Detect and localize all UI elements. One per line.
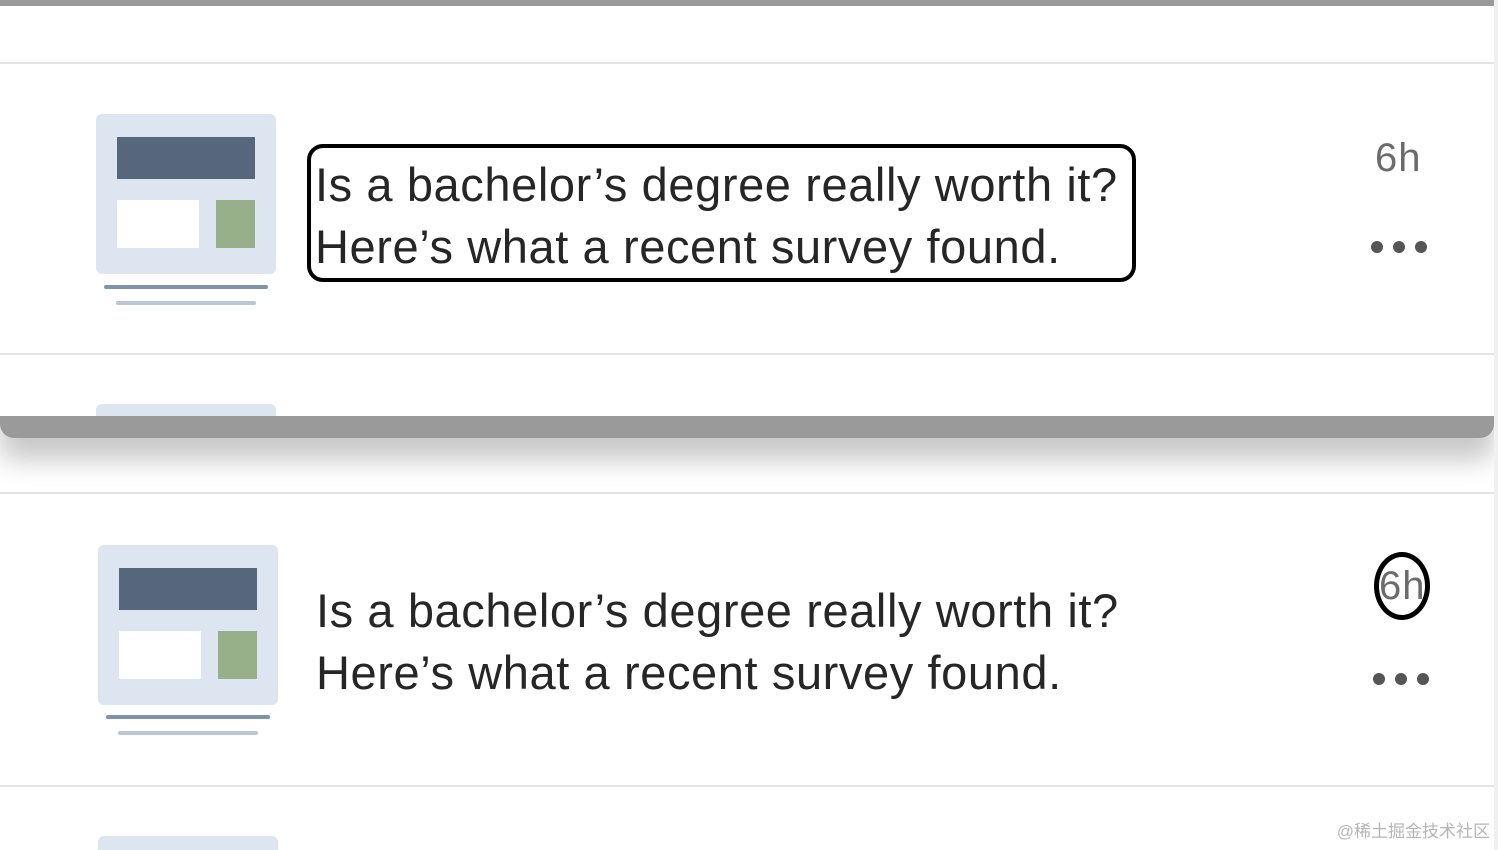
more-dot (1395, 673, 1407, 685)
thumbnail-text-block (117, 200, 199, 248)
divider (0, 785, 1494, 787)
watermark: @稀土掘金技术社区 (1336, 822, 1490, 841)
more-dot (1371, 241, 1383, 253)
window-edge (1494, 0, 1498, 850)
article-thumbnail-icon (98, 545, 278, 705)
notification-time: 6h (1374, 552, 1430, 620)
more-horizontal-icon[interactable] (1373, 672, 1429, 686)
notification-popup: Is a bachelor’s degree really worth it? … (0, 0, 1494, 438)
thumbnail-underline-secondary (118, 731, 258, 735)
notification-headline[interactable]: Is a bachelor’s degree really worth it? … (307, 144, 1136, 282)
headline-line-2: Here’s what a recent survey found. (315, 220, 1061, 273)
thumbnail-image-block (218, 631, 257, 679)
notification-item[interactable]: Is a bachelor’s degree really worth it? … (0, 64, 1494, 354)
headline-line-1: Is a bachelor’s degree really worth it? (315, 158, 1118, 211)
article-thumbnail-icon (96, 114, 276, 274)
more-horizontal-icon[interactable] (1371, 240, 1427, 254)
notification-time: 6h (1375, 136, 1422, 180)
more-dot (1415, 241, 1427, 253)
notification-headline[interactable]: Is a bachelor’s degree really worth it? … (316, 580, 1119, 704)
more-dot (1393, 241, 1405, 253)
more-dot (1373, 673, 1385, 685)
thumbnail-header-bar (117, 137, 255, 179)
notification-popup-content: Is a bachelor’s degree really worth it? … (0, 6, 1494, 416)
divider (0, 353, 1494, 355)
thumbnail-underline-secondary (116, 301, 256, 305)
thumbnail-underline (104, 285, 268, 289)
thumbnail-header-bar (119, 568, 257, 610)
thumbnail-text-block (119, 631, 201, 679)
article-thumbnail-icon (96, 404, 276, 416)
headline-line-2: Here’s what a recent survey found. (316, 646, 1062, 699)
notification-item[interactable]: Is a bachelor’s degree really worth it? … (0, 494, 1494, 786)
more-dot (1417, 673, 1429, 685)
article-thumbnail-icon (98, 836, 278, 850)
thumbnail-image-block (216, 200, 255, 248)
thumbnail-underline (106, 715, 270, 719)
headline-line-1: Is a bachelor’s degree really worth it? (316, 584, 1119, 637)
